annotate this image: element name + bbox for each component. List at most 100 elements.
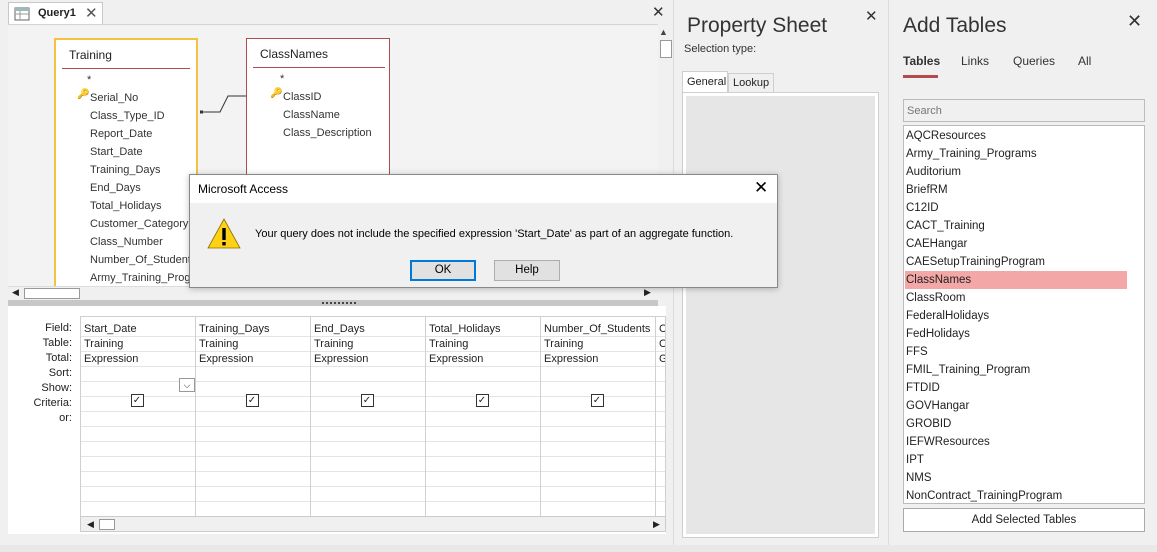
close-icon[interactable]: ✕ [85, 4, 98, 22]
close-icon[interactable]: ✕ [865, 7, 878, 25]
grid-cell-total[interactable]: Expression [544, 352, 653, 367]
tab-links[interactable]: Links [961, 54, 989, 68]
grid-column[interactable]: Number_Of_Students Training Expression ✓ [541, 317, 656, 521]
scroll-left-icon[interactable]: ◀ [87, 519, 94, 530]
close-icon[interactable]: ✕ [754, 178, 768, 198]
field-item[interactable]: Report_Date [90, 125, 240, 143]
table-list-item[interactable]: CACT_Training [905, 217, 1127, 235]
table-list-item[interactable]: CAEHangar [905, 235, 1127, 253]
scroll-thumb[interactable] [24, 288, 80, 299]
grid-cell-field[interactable]: Number_Of_Students [544, 322, 653, 337]
show-checkbox[interactable]: ✓ [130, 394, 144, 407]
table-list-item[interactable]: ClassRoom [905, 289, 1127, 307]
grid-cell-field[interactable]: Start_Date [84, 322, 193, 337]
table-list-item[interactable]: FFS [905, 343, 1127, 361]
tab-queries[interactable]: Queries [1013, 54, 1055, 68]
join-line[interactable] [198, 85, 250, 125]
scroll-left-icon[interactable]: ◀ [12, 287, 19, 298]
grid-cell-total[interactable]: G [659, 352, 665, 367]
add-selected-tables-button[interactable]: Add Selected Tables [903, 508, 1145, 532]
grid-cell-field[interactable]: C [659, 322, 665, 337]
field-item[interactable]: Start_Date [90, 143, 240, 161]
field-item[interactable]: * [280, 70, 300, 88]
scroll-right-icon[interactable]: ▶ [653, 519, 660, 530]
dialog-titlebar: Microsoft Access ✕ [190, 175, 777, 203]
grid-cell-total[interactable]: Expression [314, 352, 423, 367]
table-list-item[interactable]: NMS [905, 469, 1127, 487]
grid-cell-total[interactable]: Expression [429, 352, 538, 367]
show-checkbox[interactable]: ✓ [360, 394, 374, 407]
field-list-title: ClassNames [260, 47, 329, 61]
search-input[interactable] [903, 99, 1145, 122]
grid-column[interactable]: CCG [656, 317, 665, 521]
field-list-title: Training [69, 48, 112, 62]
property-sheet-title: Property Sheet [687, 14, 828, 37]
grid-cell-table[interactable]: Training [84, 337, 193, 352]
grid-row-label: Criteria: [33, 397, 72, 409]
field-item[interactable]: ClassName [283, 106, 433, 124]
table-list-item[interactable]: ClassNames [905, 271, 1127, 289]
grid-cell-table[interactable]: C [659, 337, 665, 352]
splitter-grip[interactable] [322, 302, 356, 304]
grid-cell-field[interactable]: Training_Days [199, 322, 308, 337]
grid-column[interactable]: Start_Date Training Expression ✓ [81, 317, 196, 521]
grid-row-label: Show: [41, 382, 72, 394]
grid-column[interactable]: End_Days Training Expression ✓ [311, 317, 426, 521]
grid-cell-table[interactable]: Training [429, 337, 538, 352]
add-tables-pane: Add Tables ✕ Tables Links Queries All AQ… [888, 0, 1157, 552]
table-list[interactable]: AQCResources Army_Training_Programs Audito… [903, 125, 1145, 504]
table-list-item[interactable]: BriefRM [905, 181, 1127, 199]
field-item[interactable]: ClassID [283, 88, 433, 106]
close-document-icon[interactable]: ✕ [652, 3, 665, 21]
grid-cell-field[interactable]: Total_Holidays [429, 322, 538, 337]
table-list-item[interactable]: GOVHangar [905, 397, 1127, 415]
add-tables-title: Add Tables [903, 14, 1007, 37]
grid-horizontal-scrollbar[interactable]: ◀ ▶ [80, 516, 666, 532]
primary-key-icon: 🔑 [77, 89, 90, 100]
grid-cell-table[interactable]: Training [199, 337, 308, 352]
show-checkbox[interactable]: ✓ [245, 394, 259, 407]
horizontal-scrollbar[interactable]: ◀ ▶ [8, 286, 658, 300]
table-list-item[interactable]: IEFWResources [905, 433, 1127, 451]
table-list-item[interactable]: Army_Training_Programs [905, 145, 1127, 163]
query-tab[interactable]: Query1 ✕ [8, 2, 103, 24]
tab-all[interactable]: All [1078, 54, 1091, 68]
show-checkbox[interactable]: ✓ [590, 394, 604, 407]
grid-cell-total[interactable]: Expression [199, 352, 308, 367]
grid-cell-table[interactable]: Training [544, 337, 653, 352]
scroll-thumb[interactable] [660, 40, 672, 58]
field-item[interactable]: * [87, 71, 107, 89]
table-list-item[interactable]: FederalHolidays [905, 307, 1127, 325]
table-list-item[interactable]: FMIL_Training_Program [905, 361, 1127, 379]
table-list-item[interactable]: GROBID [905, 415, 1127, 433]
scroll-right-icon[interactable]: ▶ [644, 287, 651, 298]
grid-column[interactable]: Total_Holidays Training Expression ✓ [426, 317, 541, 521]
help-button[interactable]: Help [494, 260, 560, 281]
tab-tables[interactable]: Tables [903, 54, 940, 68]
tab-general[interactable]: General [682, 71, 728, 93]
table-list-item[interactable]: FTDID [905, 379, 1127, 397]
grid-cell-field[interactable]: End_Days [314, 322, 423, 337]
scroll-up-icon[interactable]: ▲ [659, 27, 668, 37]
field-list-classnames[interactable]: ClassNames * 🔑 ClassID ClassName Class_Descr… [246, 38, 390, 178]
ok-button[interactable]: OK [410, 260, 476, 281]
grid-cell-total[interactable]: Expression [84, 352, 193, 367]
tab-lookup[interactable]: Lookup [728, 73, 774, 92]
field-list-training[interactable]: Training * 🔑 Serial_No Class_Type_ID Report_… [54, 38, 198, 286]
table-list-item[interactable]: CAESetupTrainingProgram [905, 253, 1127, 271]
table-list-item[interactable]: Auditorium [905, 163, 1127, 181]
table-list-item[interactable]: AQCResources [905, 127, 1127, 145]
table-list-item[interactable]: C12ID [905, 199, 1127, 217]
grid-column[interactable]: Training_Days Training Expression ✓ [196, 317, 311, 521]
primary-key-icon: 🔑 [270, 88, 283, 99]
scroll-thumb[interactable] [99, 519, 115, 530]
show-checkbox[interactable]: ✓ [475, 394, 489, 407]
grid-cell-table[interactable]: Training [314, 337, 423, 352]
close-icon[interactable]: ✕ [1127, 11, 1142, 32]
field-item[interactable]: Class_Description [283, 124, 433, 142]
table-list-item[interactable]: FedHolidays [905, 325, 1127, 343]
table-list-item[interactable]: NonContract_TrainingProgram [905, 487, 1127, 503]
table-list-item[interactable]: IPT [905, 451, 1127, 469]
sort-dropdown-icon[interactable]: ⌵ [179, 378, 195, 392]
query-design-grid[interactable]: Start_Date Training Expression ✓ Training_Da… [80, 316, 666, 522]
